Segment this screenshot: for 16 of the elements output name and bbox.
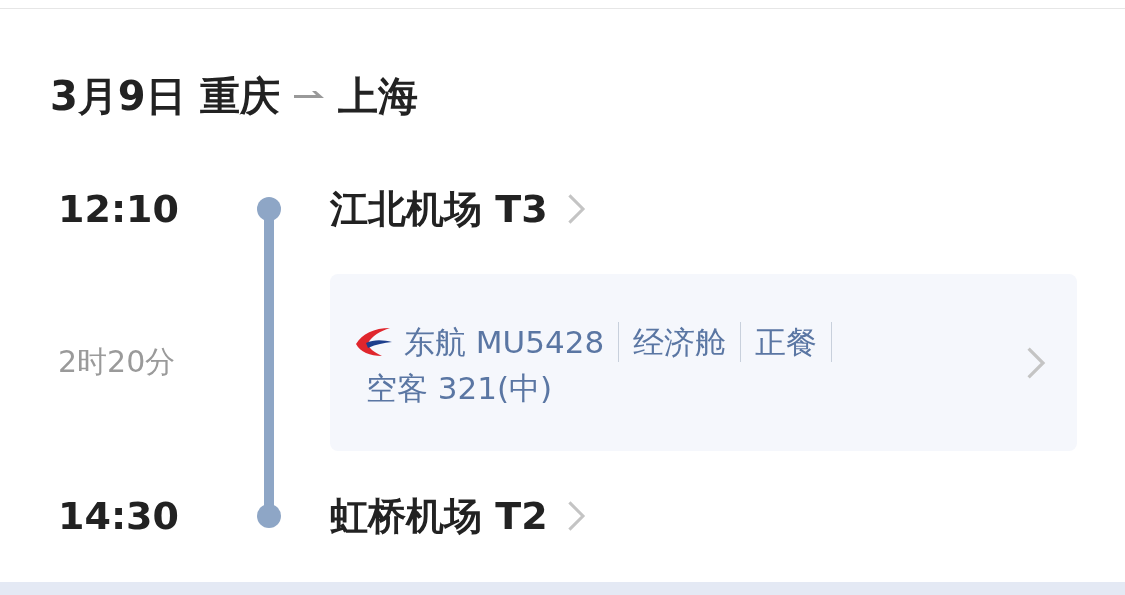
arrow-icon <box>293 91 324 101</box>
flight-duration: 2时20分 <box>57 343 176 381</box>
origin-city: 重庆 <box>199 71 280 121</box>
trip-date: 3月9日 <box>50 71 186 121</box>
aircraft-type: 空客 321(中) <box>365 368 553 408</box>
destination-city: 上海 <box>337 71 418 121</box>
arrival-airport[interactable]: 虹桥机场 T2 <box>330 476 586 556</box>
departure-airport[interactable]: 江北机场 T3 <box>330 169 586 249</box>
flight-card[interactable]: 东航 MU5428 经济舱 正餐 空客 321(中) <box>330 274 1077 451</box>
flight-info: 经济舱 <box>619 321 742 362</box>
chevron-right-icon <box>565 192 586 226</box>
flight-info: 东航 MU5428 <box>404 321 620 362</box>
arrival-time: 14:30 <box>57 493 179 540</box>
departure-time: 12:10 <box>57 186 179 233</box>
chevron-right-icon <box>565 499 586 533</box>
flight-info: 正餐 <box>741 321 833 362</box>
